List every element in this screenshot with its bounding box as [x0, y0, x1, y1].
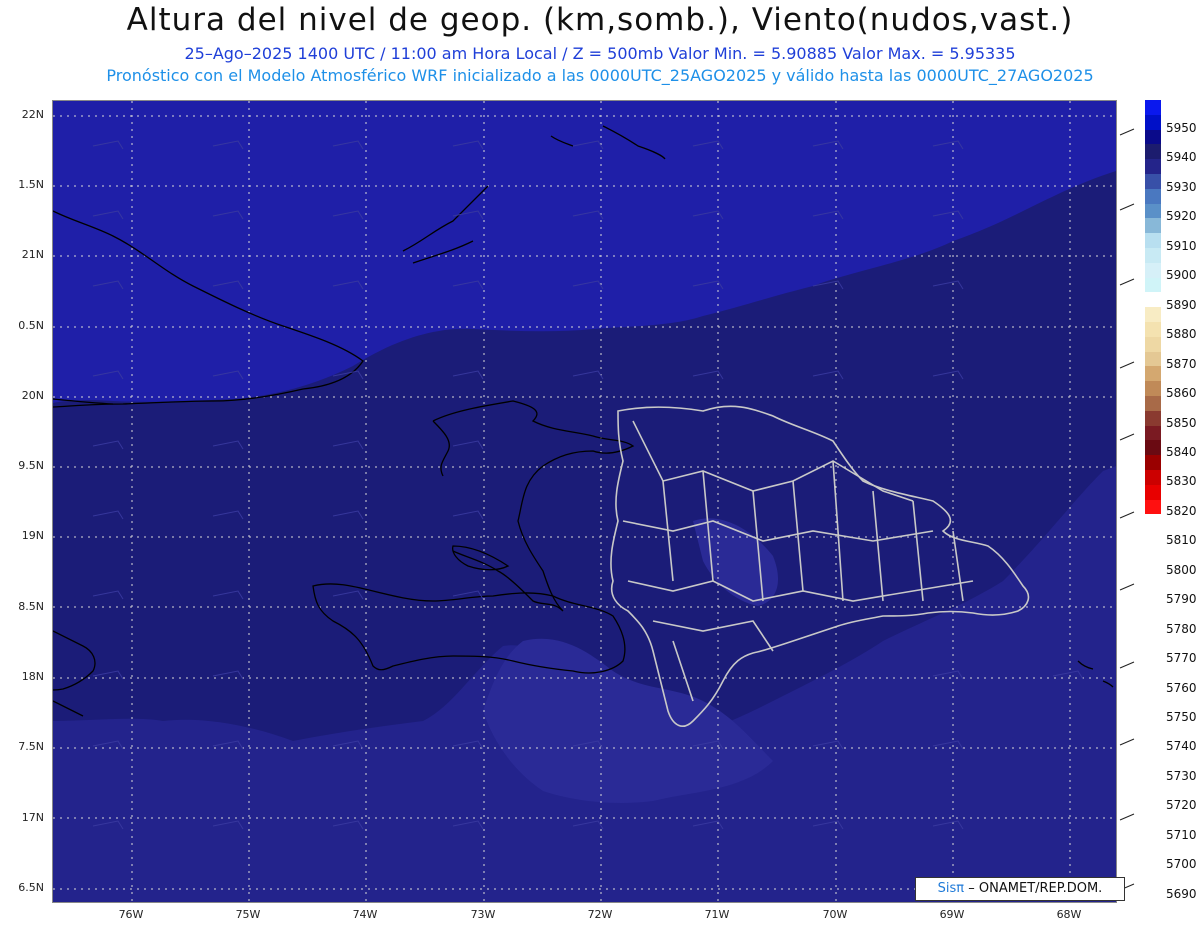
colorbar-swatch	[1145, 188, 1161, 204]
colorbar-label: 5780	[1166, 621, 1197, 636]
colorbar-label: 5930	[1166, 179, 1197, 194]
colorbar-label: 5700	[1166, 857, 1197, 872]
colorbar-swatch	[1145, 114, 1161, 130]
colorbar-swatch	[1145, 173, 1161, 189]
colorbar-swatch	[1145, 395, 1161, 411]
colorbar-swatch	[1145, 144, 1161, 160]
lat-label: 0.5N	[18, 319, 44, 332]
colorbar-label: 5800	[1166, 562, 1197, 577]
lon-label: 74W	[352, 908, 378, 921]
colorbar-swatch	[1145, 233, 1161, 248]
credit-text: – ONAMET/REP.DOM.	[968, 881, 1103, 896]
sispi-logo: Sisπ	[937, 881, 965, 896]
colorbar-label: 5890	[1166, 297, 1197, 312]
colorbar-label: 5860	[1166, 386, 1197, 401]
colorbar	[1145, 100, 1161, 515]
geopotential-map	[53, 101, 1116, 902]
colorbar-swatch	[1145, 307, 1161, 322]
colorbar-swatch	[1145, 484, 1161, 500]
lon-label: 76W	[118, 908, 144, 921]
model-info-subtitle: Pronóstico con el Modelo Atmosférico WRF…	[106, 66, 1094, 85]
colorbar-label: 5850	[1166, 415, 1197, 430]
colorbar-label: 5730	[1166, 768, 1197, 783]
colorbar-label: 5870	[1166, 356, 1197, 371]
lon-label: 71W	[704, 908, 730, 921]
colorbar-swatch	[1145, 292, 1161, 308]
lat-label: 7.5N	[18, 740, 44, 753]
colorbar-swatch	[1145, 129, 1161, 145]
colorbar-swatch	[1145, 410, 1161, 426]
colorbar-swatch	[1145, 203, 1161, 219]
colorbar-label: 5880	[1166, 327, 1197, 342]
lat-label: 18N	[21, 670, 44, 683]
map-title: Altura del nivel de geop. (km,somb.), Vi…	[126, 2, 1074, 38]
colorbar-swatch	[1145, 425, 1161, 441]
lon-label: 69W	[939, 908, 965, 921]
lat-label: 9.5N	[18, 459, 44, 472]
lon-label: 75W	[235, 908, 261, 921]
colorbar-swatch	[1145, 277, 1161, 293]
colorbar-label: 5840	[1166, 444, 1197, 459]
colorbar-swatch	[1145, 336, 1161, 352]
lat-label: 20N	[21, 389, 44, 402]
lon-label: 70W	[822, 908, 848, 921]
lat-label: 21N	[21, 248, 44, 261]
lat-label: 1.5N	[18, 178, 44, 191]
lat-label: 8.5N	[18, 600, 44, 613]
colorbar-swatch	[1145, 469, 1161, 485]
map-panel	[52, 100, 1117, 903]
lat-label: 17N	[21, 811, 44, 824]
colorbar-label: 5690	[1166, 886, 1197, 901]
forecast-time-subtitle: 25–Ago–2025 1400 UTC / 11:00 am Hora Loc…	[184, 44, 1016, 63]
credit-box: Sisπ – ONAMET/REP.DOM.	[915, 877, 1125, 901]
colorbar-label: 5910	[1166, 238, 1197, 253]
lat-label: 22N	[21, 108, 44, 121]
lon-label: 73W	[470, 908, 496, 921]
colorbar-swatch	[1145, 440, 1161, 456]
colorbar-swatch	[1145, 351, 1161, 367]
colorbar-swatch	[1145, 381, 1161, 396]
colorbar-label: 5740	[1166, 739, 1197, 754]
colorbar-swatch	[1145, 218, 1161, 234]
colorbar-label: 5810	[1166, 533, 1197, 548]
colorbar-swatch	[1145, 321, 1161, 337]
lat-label: 6.5N	[18, 881, 44, 894]
colorbar-swatch	[1145, 159, 1161, 174]
colorbar-label: 5760	[1166, 680, 1197, 695]
colorbar-swatch	[1145, 247, 1161, 263]
colorbar-swatch	[1145, 100, 1161, 115]
colorbar-swatch	[1145, 366, 1161, 382]
colorbar-label: 5770	[1166, 651, 1197, 666]
colorbar-label: 5950	[1166, 121, 1197, 135]
colorbar-swatch	[1145, 455, 1161, 470]
colorbar-label: 5720	[1166, 798, 1197, 813]
colorbar-label: 5830	[1166, 474, 1197, 489]
colorbar-label: 5710	[1166, 827, 1197, 842]
lon-label: 68W	[1056, 908, 1082, 921]
colorbar-swatch	[1145, 499, 1161, 515]
lon-label: 72W	[587, 908, 613, 921]
colorbar-label: 5920	[1166, 209, 1197, 224]
colorbar-label: 5820	[1166, 503, 1197, 518]
colorbar-label: 5900	[1166, 268, 1197, 283]
colorbar-swatch	[1145, 262, 1161, 278]
edge-wind-barbs	[1119, 128, 1135, 891]
colorbar-label: 5750	[1166, 710, 1197, 725]
lat-label: 19N	[21, 529, 44, 542]
colorbar-label: 5940	[1166, 150, 1197, 165]
colorbar-label: 5790	[1166, 592, 1197, 607]
